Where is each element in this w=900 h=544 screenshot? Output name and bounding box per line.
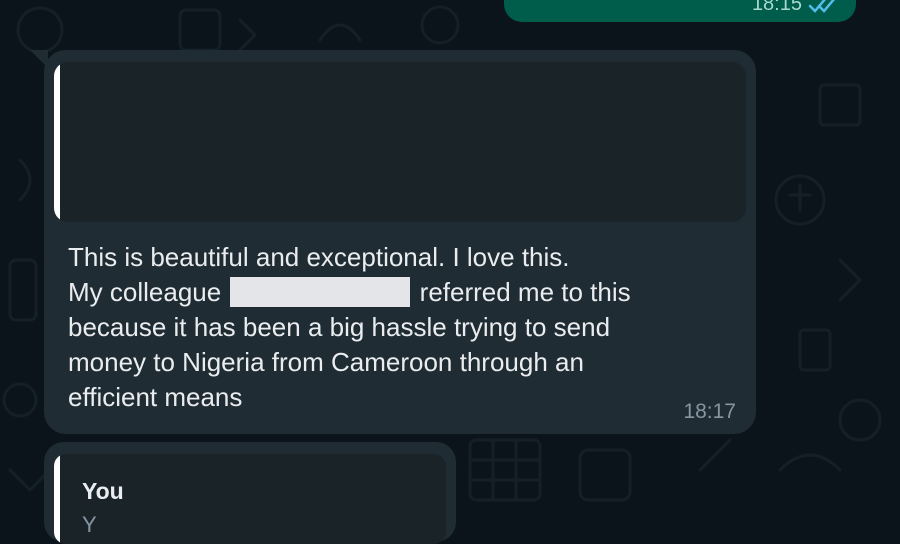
reply-message-bubble[interactable]: You Y: [44, 442, 456, 544]
message-line-4: money to Nigeria from Cameroon through a…: [68, 347, 584, 377]
sent-message-meta: 18:15: [752, 0, 838, 16]
sent-message-time: 18:15: [751, 0, 802, 15]
double-check-read-icon: [808, 0, 835, 13]
message-line-5: efficient means: [68, 382, 243, 412]
sent-message-bubble[interactable]: 18:15: [504, 0, 856, 22]
message-line-3: because it has been a big hassle trying …: [68, 312, 611, 342]
quoted-message-preview[interactable]: [54, 62, 746, 222]
message-line-2b: referred me to this: [419, 277, 631, 307]
reply-quote-bar: [54, 454, 60, 544]
received-message-bubble[interactable]: This is beautiful and exceptional. I lov…: [44, 50, 756, 434]
reply-author: You: [82, 478, 124, 504]
reply-snippet: Y: [82, 512, 97, 537]
message-time: 18:17: [683, 400, 736, 423]
message-line-2a: My colleague: [68, 277, 222, 307]
redacted-name: [230, 277, 411, 307]
message-text: This is beautiful and exceptional. I lov…: [68, 240, 708, 415]
message-line-1: This is beautiful and exceptional. I lov…: [68, 242, 570, 272]
reply-quoted-preview[interactable]: You Y: [54, 454, 446, 544]
quote-bar: [54, 62, 60, 222]
